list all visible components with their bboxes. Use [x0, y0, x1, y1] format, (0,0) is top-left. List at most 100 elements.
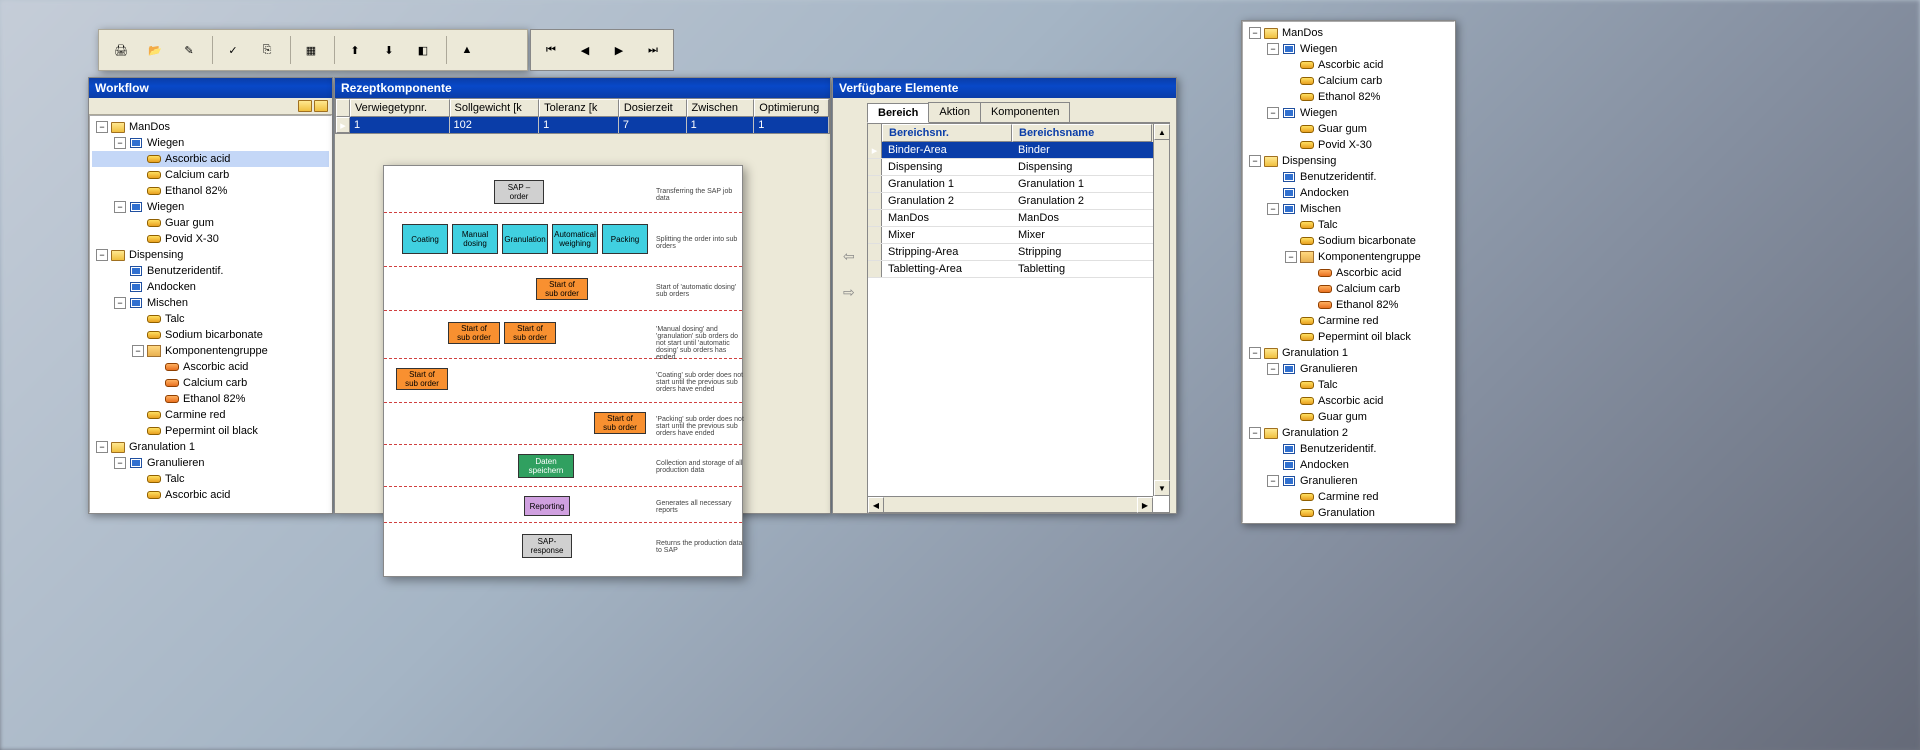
- tree-item[interactable]: −Granulieren: [1245, 473, 1452, 489]
- el-col-header[interactable]: Bereichsnr.: [882, 124, 1012, 142]
- expander-icon[interactable]: −: [1267, 43, 1279, 55]
- scrollbar-horizontal[interactable]: ◀ ▶: [868, 496, 1153, 512]
- nav-prev-button[interactable]: ◀: [569, 34, 601, 66]
- edit-yellow-button[interactable]: ✎: [173, 34, 205, 66]
- el-row[interactable]: Stripping-AreaStripping: [868, 244, 1169, 261]
- expander-icon[interactable]: −: [114, 137, 126, 149]
- scrollbar-vertical[interactable]: ▲ ▼: [1153, 124, 1169, 496]
- expander-icon[interactable]: −: [1267, 363, 1279, 375]
- tree-item[interactable]: −ManDos: [92, 119, 329, 135]
- left-panel-button[interactable]: ◧: [407, 34, 439, 66]
- expander-icon[interactable]: −: [1249, 427, 1261, 439]
- check-button[interactable]: ✓: [217, 34, 249, 66]
- expander-icon[interactable]: −: [1267, 475, 1279, 487]
- el-row[interactable]: Granulation 2Granulation 2: [868, 193, 1169, 210]
- grid-cell[interactable]: 1: [350, 117, 450, 133]
- expander-icon[interactable]: −: [132, 345, 144, 357]
- scroll-right-icon[interactable]: ▶: [1137, 497, 1153, 513]
- tree-item[interactable]: Benutzeridentif.: [92, 263, 329, 279]
- tree-item[interactable]: Calcium carb: [1245, 73, 1452, 89]
- nav-first-button[interactable]: ⏮: [535, 34, 567, 66]
- tree-item[interactable]: Ascorbic acid: [92, 359, 329, 375]
- scroll-down-icon[interactable]: ▼: [1154, 480, 1170, 496]
- folder-open-icon[interactable]: [314, 100, 328, 112]
- grid-col-header[interactable]: Toleranz [k: [539, 99, 619, 117]
- el-row[interactable]: Granulation 1Granulation 1: [868, 176, 1169, 193]
- expander-icon[interactable]: −: [1249, 347, 1261, 359]
- tree-item[interactable]: −Dispensing: [92, 247, 329, 263]
- tree-item[interactable]: −Granulieren: [92, 455, 329, 471]
- tab-komponenten[interactable]: Komponenten: [980, 102, 1071, 122]
- down-button[interactable]: ⬇: [373, 34, 405, 66]
- grid1-button[interactable]: ▦: [295, 34, 327, 66]
- tree-item[interactable]: −Komponentengruppe: [92, 343, 329, 359]
- tree-item[interactable]: Andocken: [1245, 185, 1452, 201]
- tree-item[interactable]: Calcium carb: [92, 375, 329, 391]
- tree-item[interactable]: Ascorbic acid: [1245, 393, 1452, 409]
- expander-icon[interactable]: −: [114, 457, 126, 469]
- tree-item[interactable]: Ethanol 82%: [1245, 297, 1452, 313]
- scroll-up-icon[interactable]: ▲: [1154, 124, 1170, 140]
- tree-item[interactable]: Guar gum: [1245, 409, 1452, 425]
- tree-item[interactable]: Andocken: [92, 279, 329, 295]
- tree-item[interactable]: Pepermint oil black: [1245, 329, 1452, 345]
- grid-cell[interactable]: 1: [539, 117, 619, 133]
- el-row[interactable]: Tabletting-AreaTabletting: [868, 261, 1169, 278]
- tree-item[interactable]: Benutzeridentif.: [1245, 441, 1452, 457]
- expander-icon[interactable]: −: [96, 121, 108, 133]
- tree-item[interactable]: Mischer: [1245, 521, 1452, 523]
- expander-icon[interactable]: −: [114, 201, 126, 213]
- tree-item[interactable]: Granulation: [1245, 505, 1452, 521]
- tree-item[interactable]: −Mischen: [92, 295, 329, 311]
- tree-item[interactable]: Carmine red: [92, 407, 329, 423]
- tree-item[interactable]: −Wiegen: [92, 135, 329, 151]
- nav-next-button[interactable]: ▶: [603, 34, 635, 66]
- grid-col-header[interactable]: Dosierzeit: [619, 99, 687, 117]
- tree-item[interactable]: Ethanol 82%: [1245, 89, 1452, 105]
- grid-cell[interactable]: 1: [687, 117, 755, 133]
- grid-col-header[interactable]: Verwiegetypnr.: [350, 99, 450, 117]
- tree-item[interactable]: Benutzeridentif.: [1245, 169, 1452, 185]
- move-right-icon[interactable]: ⇨: [843, 284, 859, 300]
- tree-item[interactable]: Ethanol 82%: [92, 183, 329, 199]
- expander-icon[interactable]: −: [1249, 27, 1261, 39]
- el-row[interactable]: DispensingDispensing: [868, 159, 1169, 176]
- tree-item[interactable]: −Granulation 2: [1245, 425, 1452, 441]
- elements-table[interactable]: Bereichsnr.Bereichsname ▸Binder-AreaBind…: [867, 123, 1170, 513]
- open-red-button[interactable]: 📂: [139, 34, 171, 66]
- tree-item[interactable]: −ManDos: [1245, 25, 1452, 41]
- expander-icon[interactable]: −: [1285, 251, 1297, 263]
- tree-item[interactable]: Calcium carb: [1245, 281, 1452, 297]
- el-row[interactable]: ManDosManDos: [868, 210, 1169, 227]
- tree-item[interactable]: −Granulation 1: [92, 439, 329, 455]
- tree-item[interactable]: Guar gum: [92, 215, 329, 231]
- expander-icon[interactable]: −: [96, 249, 108, 261]
- tree-item[interactable]: Ascorbic acid: [92, 151, 329, 167]
- tree-item[interactable]: −Wiegen: [1245, 41, 1452, 57]
- tree-item[interactable]: Andocken: [1245, 457, 1452, 473]
- tree-item[interactable]: Talc: [1245, 377, 1452, 393]
- up-yellow-button[interactable]: ▲: [451, 34, 483, 66]
- tree-item[interactable]: Talc: [1245, 217, 1452, 233]
- tree-item[interactable]: Carmine red: [1245, 313, 1452, 329]
- tree-item[interactable]: −Wiegen: [92, 199, 329, 215]
- el-col-header[interactable]: Bereichsname: [1012, 124, 1152, 142]
- expander-icon[interactable]: −: [1267, 203, 1279, 215]
- tree-item[interactable]: Sodium bicarbonate: [1245, 233, 1452, 249]
- tree-item[interactable]: −Granulation 1: [1245, 345, 1452, 361]
- tree-item[interactable]: Povid X-30: [1245, 137, 1452, 153]
- tree-item[interactable]: Sodium bicarbonate: [92, 327, 329, 343]
- grid-col-header[interactable]: Zwischen: [687, 99, 755, 117]
- grid-cell[interactable]: 1: [754, 117, 829, 133]
- grid-cell[interactable]: 7: [619, 117, 687, 133]
- tree-item[interactable]: −Granulieren: [1245, 361, 1452, 377]
- grid-cell[interactable]: 102: [450, 117, 540, 133]
- tree-item[interactable]: −Komponentengruppe: [1245, 249, 1452, 265]
- tree-item[interactable]: −Wiegen: [1245, 105, 1452, 121]
- move-left-icon[interactable]: ⇦: [843, 248, 859, 264]
- tab-bereich[interactable]: Bereich: [867, 103, 929, 123]
- scroll-left-icon[interactable]: ◀: [868, 497, 884, 513]
- tab-aktion[interactable]: Aktion: [928, 102, 981, 122]
- el-row[interactable]: MixerMixer: [868, 227, 1169, 244]
- tree-item[interactable]: Guar gum: [1245, 121, 1452, 137]
